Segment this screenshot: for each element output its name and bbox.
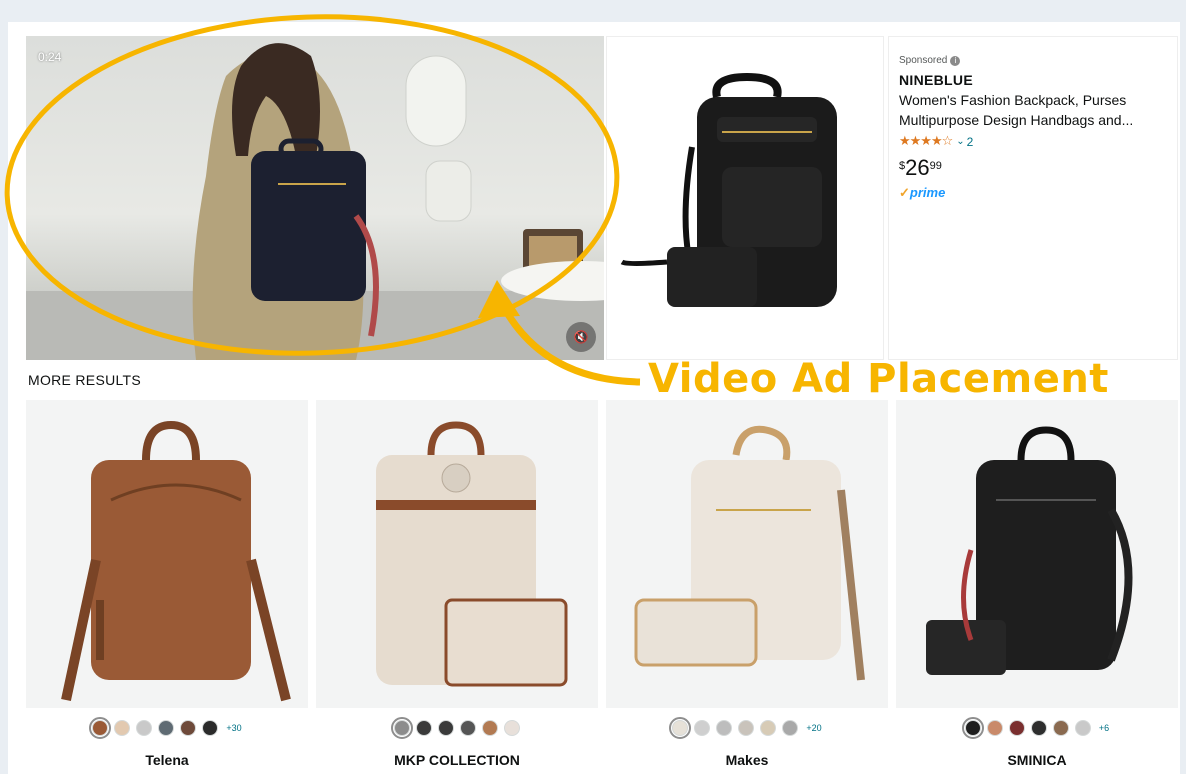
price-whole: 26 (905, 155, 930, 180)
backpack-image (376, 421, 568, 687)
color-swatch[interactable] (1008, 720, 1025, 736)
product-image[interactable] (26, 400, 308, 708)
product-image[interactable] (896, 400, 1178, 708)
more-results-heading: MORE RESULTS (28, 372, 142, 388)
product-card[interactable]: +30 Telena (26, 400, 308, 774)
product-card[interactable]: +20 Makes (606, 400, 888, 774)
ad-info-panel: Sponsored i NINEBLUE Women's Fashion Bac… (888, 36, 1178, 360)
color-swatch[interactable] (438, 720, 454, 736)
color-swatches (316, 708, 598, 748)
video-frame-scene (26, 43, 604, 360)
color-swatch[interactable] (416, 720, 432, 736)
color-swatches: +30 (26, 708, 308, 748)
color-swatch[interactable] (202, 720, 219, 736)
color-swatch[interactable] (961, 717, 984, 739)
color-swatch[interactable] (158, 720, 175, 736)
backpack-image (926, 426, 1133, 675)
color-swatch[interactable] (180, 720, 197, 736)
more-colors-count[interactable]: +6 (1099, 723, 1109, 733)
video-ad-player[interactable]: 0:24 🔇 (26, 36, 604, 360)
info-icon[interactable]: i (950, 55, 961, 66)
annotation-label: Video Ad Placement (648, 356, 1109, 402)
color-swatch[interactable] (738, 720, 755, 736)
product-brand[interactable]: Telena (26, 752, 308, 768)
ad-title[interactable]: Women's Fashion Backpack, Purses Multipu… (899, 90, 1167, 130)
color-swatch[interactable] (986, 720, 1003, 736)
product-card[interactable]: +6 SMINICA (896, 400, 1178, 774)
chevron-down-icon[interactable]: ⌄ (956, 136, 964, 147)
sponsored-text: Sponsored (899, 55, 948, 66)
ad-price: $ 26 99 (899, 157, 1167, 179)
color-swatch[interactable] (460, 720, 476, 736)
color-swatch[interactable] (1030, 720, 1047, 736)
product-image[interactable] (316, 400, 598, 708)
ad-product-image[interactable] (606, 36, 884, 360)
color-swatch[interactable] (782, 720, 799, 736)
rating-row[interactable]: ★★★★☆ ⌄ 2 (899, 134, 1167, 149)
speaker-mute-icon[interactable]: 🔇 (566, 322, 596, 352)
prime-text: prime (909, 185, 946, 200)
color-swatch[interactable] (716, 720, 733, 736)
backpack-image (620, 72, 837, 307)
backpack-image (61, 420, 291, 702)
star-rating-icon: ★★★★☆ (899, 134, 953, 149)
more-colors-count[interactable]: +30 (226, 723, 241, 733)
sponsored-label[interactable]: Sponsored i (899, 55, 1167, 66)
color-swatch[interactable] (114, 720, 131, 736)
review-count[interactable]: 2 (967, 135, 974, 149)
product-brand[interactable]: Makes (606, 752, 888, 768)
color-swatch[interactable] (760, 720, 777, 736)
ad-brand[interactable]: NINEBLUE (899, 72, 1167, 88)
color-swatch[interactable] (89, 717, 112, 739)
color-swatches: +20 (606, 708, 888, 748)
color-swatch[interactable] (1074, 720, 1091, 736)
color-swatch[interactable] (482, 720, 498, 736)
ad-title-line-2: Multipurpose Design Handbags and... (899, 112, 1134, 128)
price-fraction: 99 (929, 160, 942, 172)
product-brand[interactable]: MKP COLLECTION (316, 752, 598, 768)
product-brand[interactable]: SMINICA (896, 752, 1178, 768)
more-colors-count[interactable]: +20 (806, 723, 821, 733)
color-swatch[interactable] (136, 720, 153, 736)
color-swatch[interactable] (669, 717, 692, 739)
color-swatch[interactable] (1052, 720, 1069, 736)
backpack-image (634, 425, 865, 681)
prime-check-icon: ✓ (899, 185, 910, 200)
color-swatch[interactable] (504, 720, 520, 736)
video-timestamp: 0:24 (38, 50, 62, 64)
prime-badge: ✓prime (899, 185, 1167, 201)
color-swatch[interactable] (391, 717, 413, 739)
product-card[interactable]: MKP COLLECTION (316, 400, 598, 774)
ad-title-line-1: Women's Fashion Backpack, Purses (899, 92, 1127, 108)
color-swatches: +6 (896, 708, 1178, 748)
color-swatch[interactable] (694, 720, 711, 736)
product-image[interactable] (606, 400, 888, 708)
